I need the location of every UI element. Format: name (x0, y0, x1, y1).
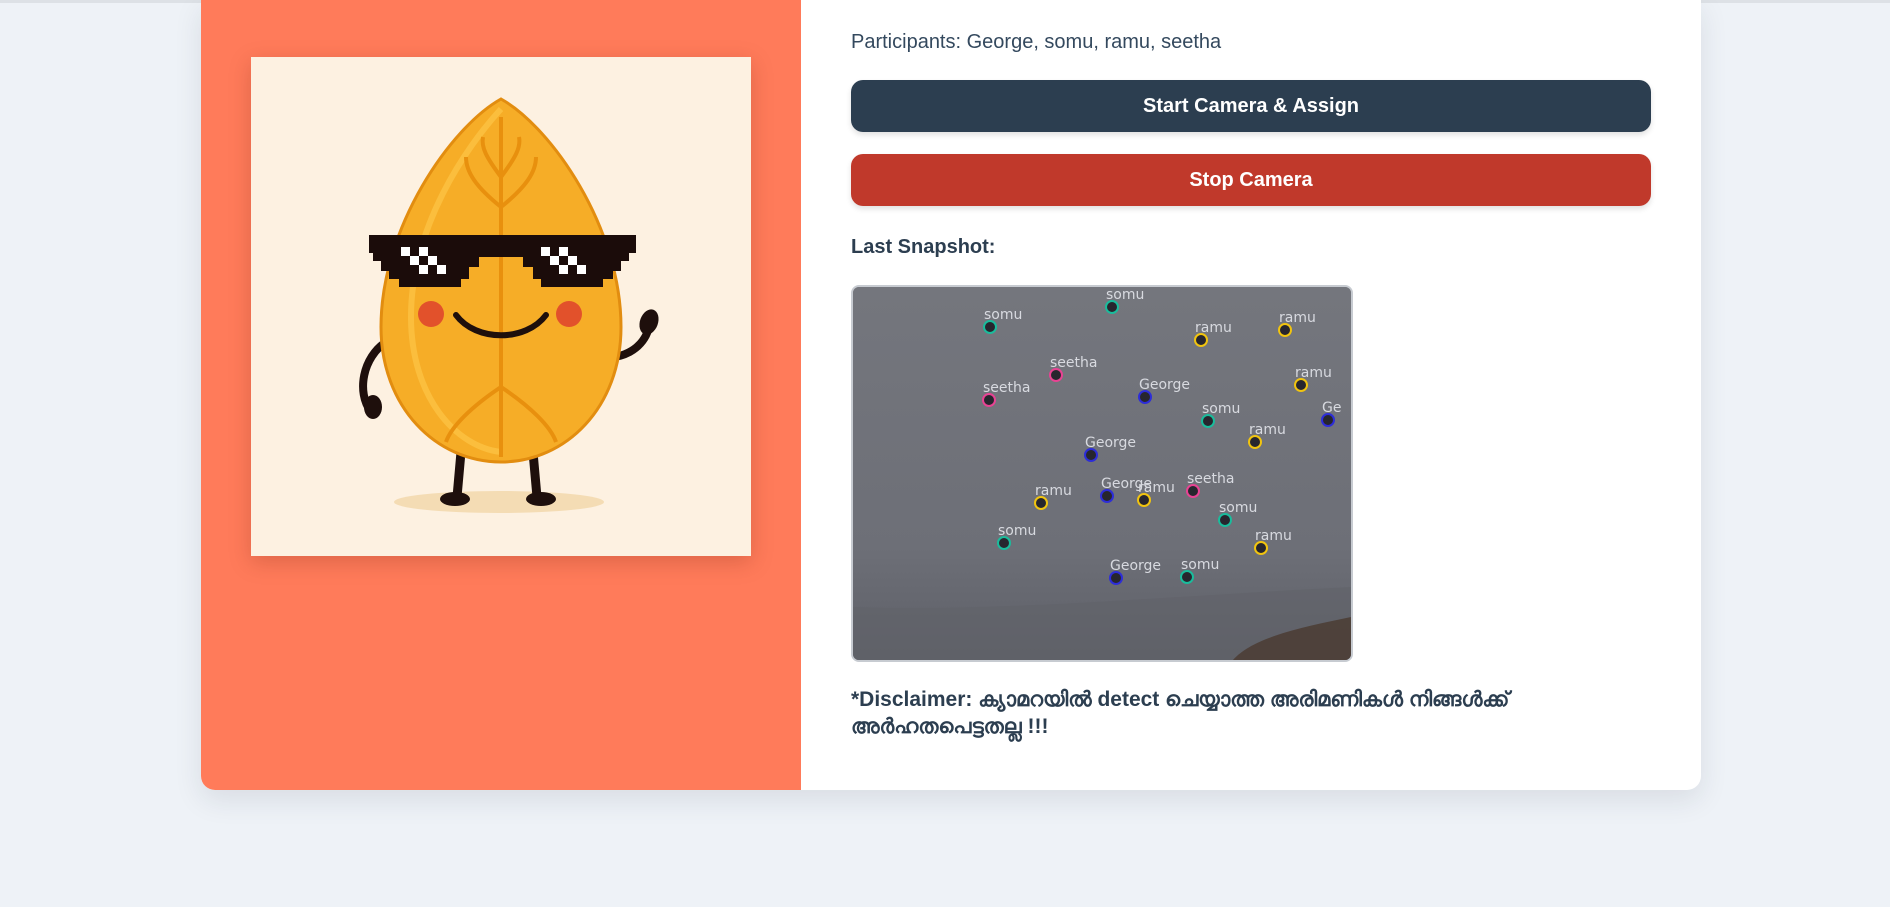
detection-label: ramu (1255, 528, 1292, 544)
detection-label: ramu (1195, 320, 1232, 336)
start-camera-button[interactable]: Start Camera & Assign (851, 80, 1651, 132)
mascot-panel (201, 0, 801, 790)
detection-label: George (1139, 377, 1190, 393)
detection-label: seetha (1187, 471, 1234, 487)
detection-label: Ge (1322, 400, 1341, 416)
last-snapshot-label: Last Snapshot: (851, 236, 996, 258)
detection-label: George (1110, 558, 1161, 574)
detection-label: ramu (1249, 422, 1286, 438)
detection-label: somu (1219, 500, 1257, 516)
disclaimer-text: *Disclaimer: ക്യാമറയിൽ detect ചെയ്യാത്ത … (851, 688, 1510, 738)
snapshot-image: somu somu ramu ramu seetha seetha George ramu Ge… (851, 285, 1353, 662)
detection-label: seetha (983, 380, 1030, 396)
main-card: Participants: George, somu, ramu, seetha… (201, 0, 1701, 790)
detection-label: ramu (1295, 365, 1332, 381)
almond-mascot-illustration (359, 97, 659, 513)
participants-text: Participants: George, somu, ramu, seetha (851, 31, 1222, 53)
control-panel: Participants: George, somu, ramu, seetha… (801, 0, 1701, 790)
detection-label: somu (984, 307, 1022, 323)
detection-label: ramu (1279, 310, 1316, 326)
detection-label: somu (998, 523, 1036, 539)
detection-label: somu (1181, 557, 1219, 573)
detection-label: ramu (1035, 483, 1072, 499)
detection-label: seetha (1050, 355, 1097, 371)
mascot-image (251, 57, 751, 556)
stop-camera-button[interactable]: Stop Camera (851, 154, 1651, 206)
detection-label: somu (1202, 401, 1240, 417)
detection-label: somu (1106, 287, 1144, 303)
detection-label: George (1085, 435, 1136, 451)
snapshot-canvas: somu somu ramu ramu seetha seetha George ramu Ge… (853, 287, 1351, 660)
detection-label: ramu (1138, 480, 1175, 496)
